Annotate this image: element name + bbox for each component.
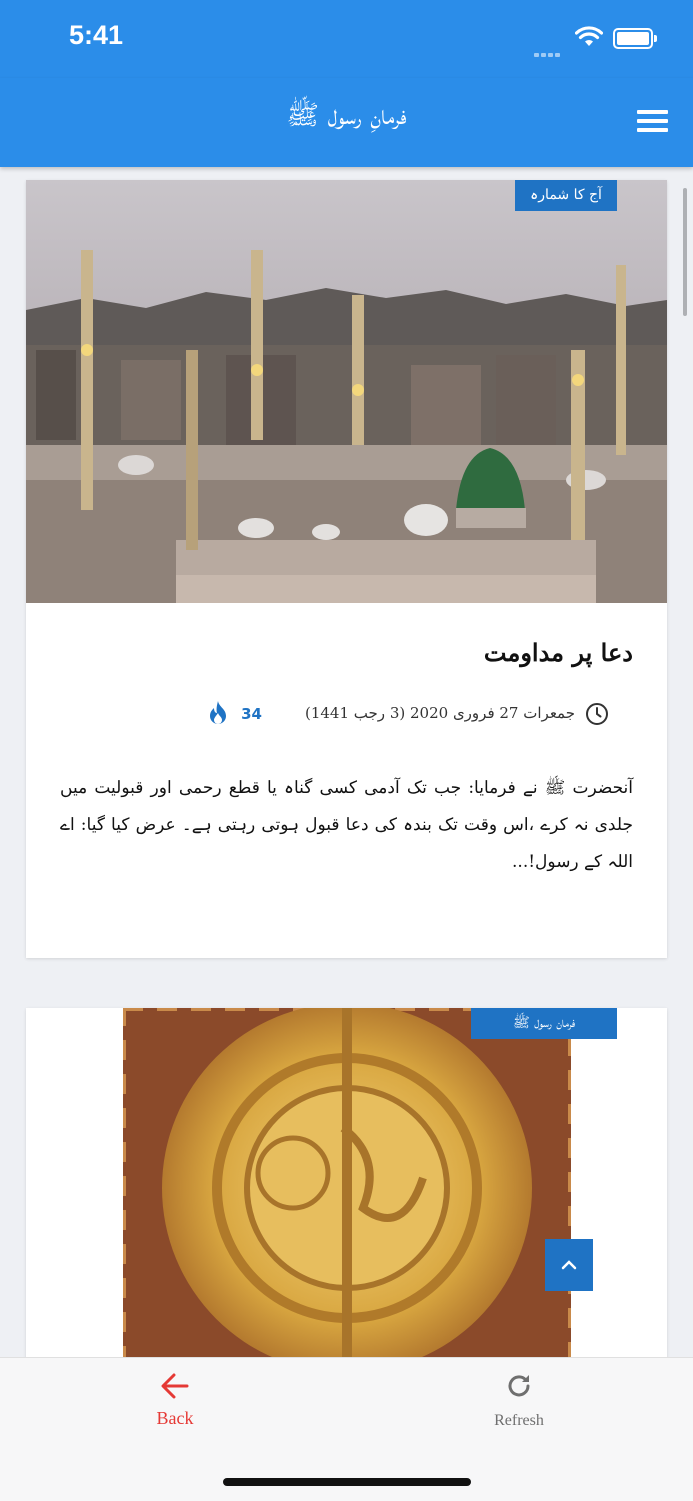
today-issue-badge: آج کا شمارہ bbox=[515, 180, 617, 211]
app-header: فرمانِ رسول ﷺ bbox=[0, 78, 693, 167]
home-indicator bbox=[223, 1478, 471, 1486]
status-time: 5:41 bbox=[69, 20, 124, 50]
chevron-up-icon bbox=[561, 1260, 577, 1270]
door-image bbox=[123, 1008, 571, 1368]
menu-icon[interactable] bbox=[637, 110, 668, 134]
article-card[interactable]: فرمان رسول ﷺ bbox=[26, 1008, 667, 1368]
back-label: Back bbox=[156, 1408, 194, 1428]
status-bar: 5:41 bbox=[0, 0, 693, 78]
fire-icon bbox=[210, 701, 226, 724]
battery-icon bbox=[613, 28, 657, 49]
article-meta: جمعرات 27 فروری 2020 (3 رجب 1441) 34 bbox=[26, 700, 609, 730]
refresh-icon bbox=[508, 1375, 530, 1397]
scroll-to-top-button[interactable] bbox=[545, 1239, 593, 1291]
article-excerpt: آنحضرت ﷺ نے فرمایا: جب تک آدمی کسی گناہ … bbox=[60, 778, 633, 872]
refresh-label: Refresh bbox=[494, 1412, 544, 1429]
app-title: فرمانِ رسول ﷺ bbox=[286, 100, 407, 131]
article-card[interactable]: آج کا شمارہ دعا پر مداومت جمعرات 27 فرور… bbox=[26, 180, 667, 958]
scroll-indicator bbox=[683, 188, 687, 316]
category-badge: فرمان رسول ﷺ bbox=[471, 1008, 617, 1039]
back-button[interactable]: Back bbox=[131, 1372, 219, 1429]
view-count: 34 bbox=[241, 705, 262, 723]
article-title[interactable]: دعا پر مداومت bbox=[484, 638, 633, 667]
signal-icon bbox=[534, 42, 562, 61]
article-date: جمعرات 27 فروری 2020 (3 رجب 1441) bbox=[304, 704, 575, 722]
clock-icon bbox=[586, 703, 608, 725]
refresh-button[interactable]: Refresh bbox=[474, 1372, 564, 1430]
mosque-image bbox=[26, 180, 667, 603]
wifi-icon bbox=[575, 26, 603, 46]
arrow-left-icon bbox=[161, 1373, 189, 1399]
